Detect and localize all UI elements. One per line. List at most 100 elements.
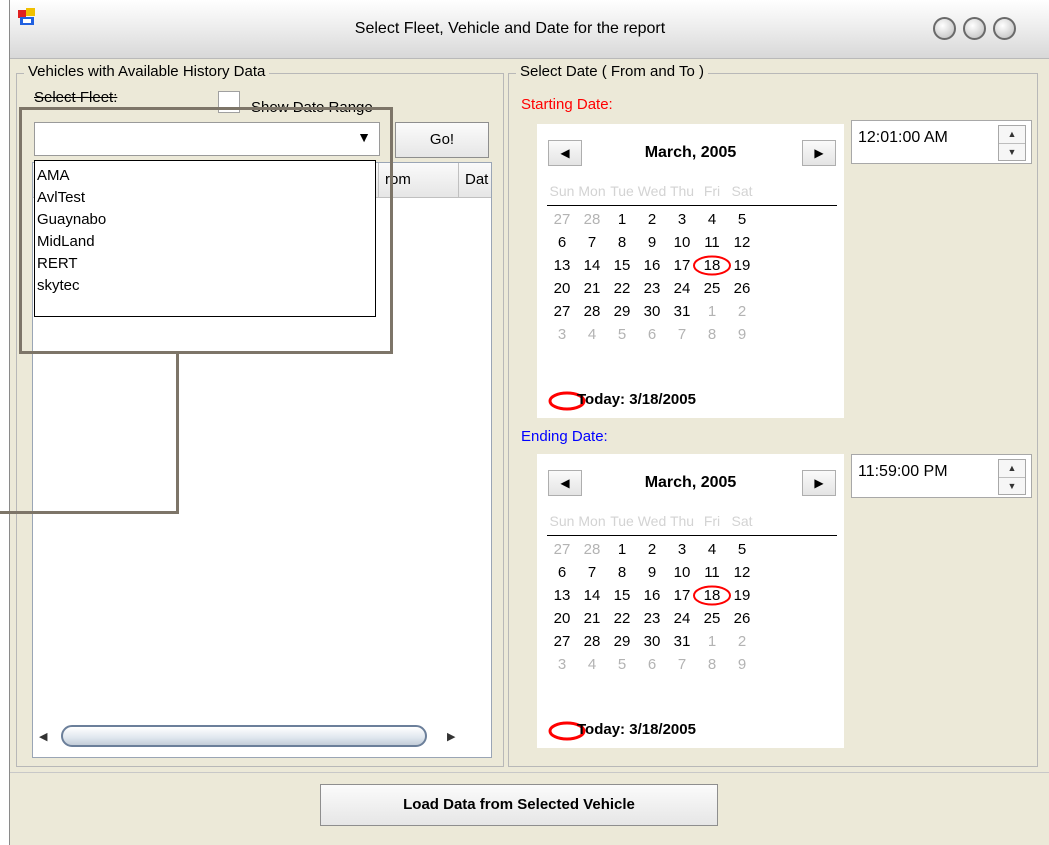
ending-calendar[interactable]: ◀ March, 2005 ▶ Sun Mon Tue Wed Thu Fri … (537, 454, 844, 748)
scroll-thumb[interactable] (61, 725, 427, 747)
day-cell[interactable]: 11 (697, 231, 727, 254)
day-cell[interactable]: 6 (637, 323, 667, 346)
day-cell[interactable]: 25 (697, 277, 727, 300)
spin-up-icon[interactable]: ▲ (999, 126, 1025, 144)
day-cell[interactable]: 10 (667, 231, 697, 254)
day-cell[interactable]: 4 (697, 208, 727, 231)
day-cell[interactable]: 7 (667, 323, 697, 346)
start-time-picker[interactable]: 12:01:00 AM ▲ ▼ (851, 120, 1032, 164)
today-link[interactable]: Today: 3/18/2005 (547, 718, 837, 744)
day-cell[interactable]: 25 (697, 607, 727, 630)
day-cell[interactable]: 28 (577, 630, 607, 653)
day-cell[interactable]: 14 (577, 584, 607, 607)
day-cell[interactable]: 9 (637, 231, 667, 254)
day-cell[interactable]: 30 (637, 630, 667, 653)
minimize-button[interactable] (933, 17, 956, 40)
day-cell[interactable]: 8 (607, 231, 637, 254)
day-cell[interactable]: 3 (667, 208, 697, 231)
day-cell[interactable]: 23 (637, 277, 667, 300)
day-cell[interactable]: 6 (547, 231, 577, 254)
scroll-right-icon[interactable]: ▶ (447, 730, 455, 743)
end-time-picker[interactable]: 11:59:00 PM ▲ ▼ (851, 454, 1032, 498)
day-cell[interactable]: 27 (547, 208, 577, 231)
horizontal-scrollbar[interactable]: ◀ ▶ (35, 721, 489, 755)
next-month-button[interactable]: ▶ (802, 140, 836, 166)
spin-down-icon[interactable]: ▼ (999, 478, 1025, 495)
day-cell[interactable]: 24 (667, 607, 697, 630)
day-cell[interactable]: 22 (607, 607, 637, 630)
day-cell[interactable]: 12 (727, 231, 757, 254)
day-cell[interactable]: 3 (667, 538, 697, 561)
day-cell[interactable]: 7 (577, 231, 607, 254)
load-data-button[interactable]: Load Data from Selected Vehicle (320, 784, 718, 826)
today-link[interactable]: Today: 3/18/2005 (547, 388, 837, 414)
day-cell[interactable]: 20 (547, 277, 577, 300)
scroll-left-icon[interactable]: ◀ (39, 730, 47, 743)
day-cell[interactable]: 1 (697, 630, 727, 653)
day-cell[interactable]: 4 (577, 323, 607, 346)
day-cell[interactable]: 27 (547, 538, 577, 561)
day-cell[interactable]: 24 (667, 277, 697, 300)
day-cell[interactable]: 3 (547, 653, 577, 676)
go-button[interactable]: Go! (395, 122, 489, 158)
day-cell[interactable]: 26 (727, 277, 757, 300)
day-cell[interactable]: 21 (577, 607, 607, 630)
end-time-spinner[interactable]: ▲ ▼ (998, 459, 1026, 495)
day-cell[interactable]: 5 (727, 208, 757, 231)
day-cell[interactable]: 9 (727, 653, 757, 676)
day-cell[interactable]: 8 (607, 561, 637, 584)
day-cell[interactable]: 27 (547, 630, 577, 653)
day-cell[interactable]: 26 (727, 607, 757, 630)
next-month-button[interactable]: ▶ (802, 470, 836, 496)
day-cell[interactable]: 30 (637, 300, 667, 323)
day-cell[interactable]: 31 (667, 630, 697, 653)
day-cell[interactable]: 13 (547, 584, 577, 607)
day-cell[interactable]: 8 (697, 323, 727, 346)
selected-day-cell[interactable]: 18 (693, 254, 731, 277)
day-cell[interactable]: 13 (547, 254, 577, 277)
day-cell[interactable]: 8 (697, 653, 727, 676)
column-header-date[interactable]: Dat (458, 163, 491, 197)
start-time-spinner[interactable]: ▲ ▼ (998, 125, 1026, 161)
day-cell[interactable]: 23 (637, 607, 667, 630)
day-cell[interactable]: 21 (577, 277, 607, 300)
day-cell[interactable]: 3 (547, 323, 577, 346)
spin-up-icon[interactable]: ▲ (999, 460, 1025, 478)
day-cell[interactable]: 28 (577, 538, 607, 561)
day-cell[interactable]: 7 (577, 561, 607, 584)
day-cell[interactable]: 6 (637, 653, 667, 676)
day-cell[interactable]: 7 (667, 653, 697, 676)
day-cell[interactable]: 5 (607, 653, 637, 676)
day-cell[interactable]: 29 (607, 630, 637, 653)
day-cell[interactable]: 2 (637, 538, 667, 561)
maximize-button[interactable] (963, 17, 986, 40)
day-cell[interactable]: 2 (637, 208, 667, 231)
day-cell[interactable]: 28 (577, 300, 607, 323)
day-cell[interactable]: 22 (607, 277, 637, 300)
day-cell[interactable]: 2 (727, 630, 757, 653)
day-cell[interactable]: 2 (727, 300, 757, 323)
day-cell[interactable]: 6 (547, 561, 577, 584)
selected-day-cell[interactable]: 18 (693, 584, 731, 607)
day-cell[interactable]: 5 (607, 323, 637, 346)
day-cell[interactable]: 15 (607, 254, 637, 277)
day-cell[interactable]: 15 (607, 584, 637, 607)
day-cell[interactable]: 1 (697, 300, 727, 323)
day-cell[interactable]: 9 (637, 561, 667, 584)
day-cell[interactable]: 1 (607, 208, 637, 231)
day-cell[interactable]: 27 (547, 300, 577, 323)
day-cell[interactable]: 4 (697, 538, 727, 561)
close-button[interactable] (993, 17, 1016, 40)
day-cell[interactable]: 1 (607, 538, 637, 561)
spin-down-icon[interactable]: ▼ (999, 144, 1025, 161)
day-cell[interactable]: 16 (637, 584, 667, 607)
day-cell[interactable]: 9 (727, 323, 757, 346)
day-cell[interactable]: 5 (727, 538, 757, 561)
day-cell[interactable]: 28 (577, 208, 607, 231)
day-cell[interactable]: 29 (607, 300, 637, 323)
day-cell[interactable]: 12 (727, 561, 757, 584)
starting-calendar[interactable]: ◀ March, 2005 ▶ Sun Mon Tue Wed Thu Fri … (537, 124, 844, 418)
day-cell[interactable]: 14 (577, 254, 607, 277)
day-cell[interactable]: 20 (547, 607, 577, 630)
day-cell[interactable]: 11 (697, 561, 727, 584)
